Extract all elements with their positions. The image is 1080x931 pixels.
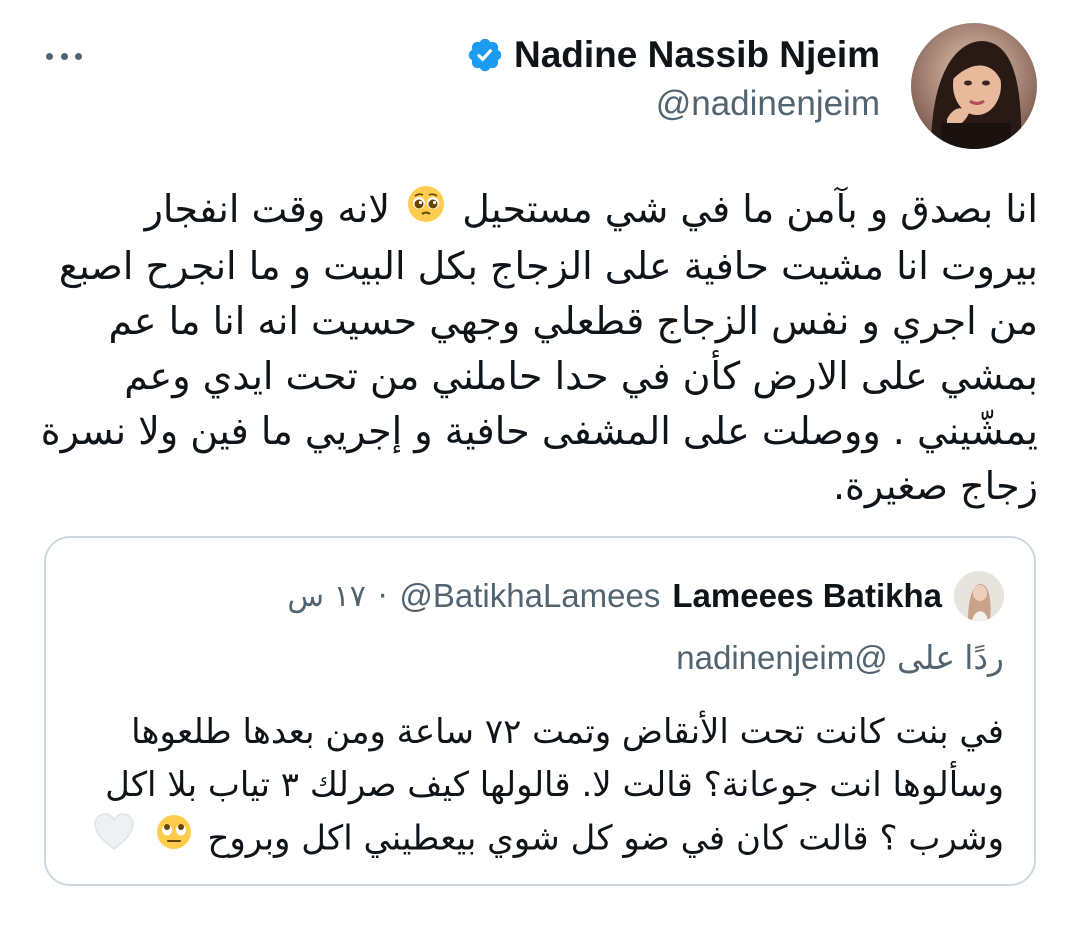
quoted-tweet-text-content: في بنت كانت تحت الأنقاض وتمت ٧٢ ساعة ومن… [105, 712, 1004, 859]
quoted-tweet-header: Lameees Batikha @BatikhaLamees · ١٧ س [287, 568, 1004, 624]
face-with-rolling-eyes-icon [155, 813, 193, 867]
pleading-face-icon [406, 184, 446, 239]
more-dot [75, 52, 82, 60]
replying-to: ردًا على @nadinenjeim [676, 638, 1004, 677]
quoted-tweet-text: في بنت كانت تحت الأنقاض وتمت ٧٢ ساعة ومن… [64, 706, 1004, 868]
more-options-icon[interactable] [46, 48, 82, 64]
quoted-tweet-card[interactable]: Lameees Batikha @BatikhaLamees · ١٧ س رد… [44, 536, 1036, 886]
author-handle[interactable]: @nadinenjeim [656, 84, 880, 124]
quoted-profile-photo-icon [954, 571, 1004, 621]
profile-photo-icon [911, 23, 1037, 149]
replying-to-prefix: ردًا على [896, 639, 1004, 676]
tweet-text: انا بصدق و بآمن ما في شي مستحيل لانه وقت… [38, 182, 1038, 514]
more-dot [60, 52, 68, 60]
tweet-text-part2: لانه وقت انفجار بيروت انا مشيت حافية على… [40, 187, 1038, 508]
author-name[interactable]: Nadine Nassib Njeim [514, 34, 880, 76]
more-dot [46, 52, 53, 60]
tweet-text-part1: انا بصدق و بآمن ما في شي مستحيل [462, 187, 1038, 231]
white-heart-icon [92, 812, 136, 868]
author-name-row[interactable]: Nadine Nassib Njeim [466, 28, 880, 82]
author-avatar[interactable] [911, 23, 1037, 149]
replying-to-mention[interactable]: @nadinenjeim [676, 639, 887, 676]
quoted-tweet-time[interactable]: ١٧ س [287, 579, 365, 614]
separator-dot: · [377, 578, 388, 614]
quoted-author-handle[interactable]: @BatikhaLamees [399, 577, 660, 615]
quoted-author-name[interactable]: Lameees Batikha [672, 577, 942, 615]
quoted-author-avatar[interactable] [954, 571, 1004, 621]
verified-badge-icon [468, 38, 502, 72]
